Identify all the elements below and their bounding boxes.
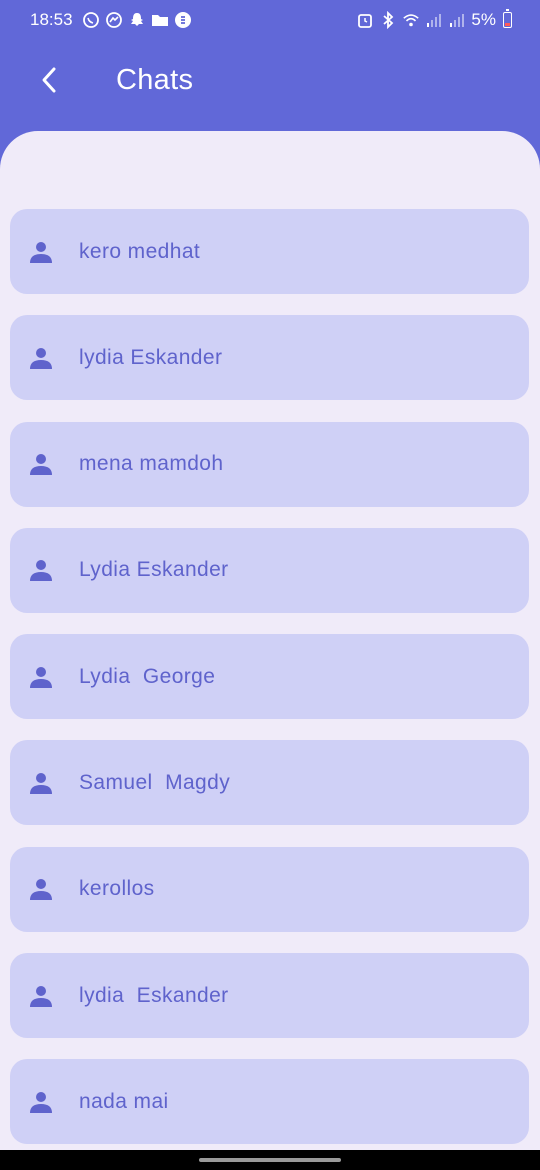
bluetooth-icon xyxy=(379,11,397,29)
chat-item[interactable]: kero medhat xyxy=(10,209,529,294)
chat-name: lydia Eskander xyxy=(79,345,223,369)
chat-name: Lydia Eskander xyxy=(79,558,229,582)
chat-name: Lydia George xyxy=(79,664,216,688)
chat-name: Samuel Magdy xyxy=(79,770,231,794)
person-icon xyxy=(29,240,53,264)
chat-list: kero medhat lydia Eskander mena mamdoh L… xyxy=(10,209,529,1150)
person-icon xyxy=(29,1090,53,1114)
chat-item[interactable]: lydia Eskander xyxy=(10,953,529,1039)
page-title: Chats xyxy=(116,63,194,96)
status-bar: 18:53 5% xyxy=(0,0,540,40)
navigation-bar xyxy=(0,1150,540,1170)
chat-item[interactable]: Lydia Eskander xyxy=(10,527,529,613)
signal-icon xyxy=(425,11,443,29)
status-time: 18:53 xyxy=(30,10,73,29)
chat-name: kero medhat xyxy=(79,239,201,263)
battery-icon xyxy=(503,9,512,28)
chevron-left-icon xyxy=(42,67,56,93)
whatsapp-icon xyxy=(82,11,100,29)
signal-icon xyxy=(448,11,466,29)
alarm-icon xyxy=(356,11,374,29)
chat-item[interactable]: nada mai xyxy=(10,1059,529,1145)
chat-item[interactable]: mena mamdoh xyxy=(10,421,529,507)
chats-screen: 18:53 5% Chats kero medhat lydia Eskande… xyxy=(0,0,540,1170)
chat-item[interactable]: kerollos xyxy=(10,846,529,932)
chat-name: mena mamdoh xyxy=(79,452,224,476)
wifi-icon xyxy=(402,11,420,29)
content-sheet: kero medhat lydia Eskander mena mamdoh L… xyxy=(0,131,540,1150)
person-icon xyxy=(29,771,53,795)
person-icon xyxy=(29,665,53,689)
chat-item[interactable]: Lydia George xyxy=(10,634,529,720)
app-bar: Chats xyxy=(0,40,540,120)
snapchat-icon xyxy=(128,11,146,29)
person-icon xyxy=(29,558,53,582)
chat-name: lydia Eskander xyxy=(79,983,229,1007)
messenger-icon xyxy=(105,11,123,29)
person-icon xyxy=(29,346,53,370)
home-indicator[interactable] xyxy=(199,1158,341,1162)
chat-item[interactable]: Samuel Magdy xyxy=(10,740,529,826)
shazam-icon xyxy=(174,11,192,29)
status-left: 18:53 xyxy=(30,10,192,30)
chat-name: kerollos xyxy=(79,877,155,901)
folder-icon xyxy=(151,11,169,29)
chat-item[interactable]: lydia Eskander xyxy=(10,315,529,401)
person-icon xyxy=(29,984,53,1008)
chat-name: nada mai xyxy=(79,1089,169,1113)
person-icon xyxy=(29,452,53,476)
back-button[interactable] xyxy=(24,55,74,105)
battery-percent: 5% xyxy=(471,10,496,29)
status-right: 5% xyxy=(356,9,512,30)
person-icon xyxy=(29,877,53,901)
